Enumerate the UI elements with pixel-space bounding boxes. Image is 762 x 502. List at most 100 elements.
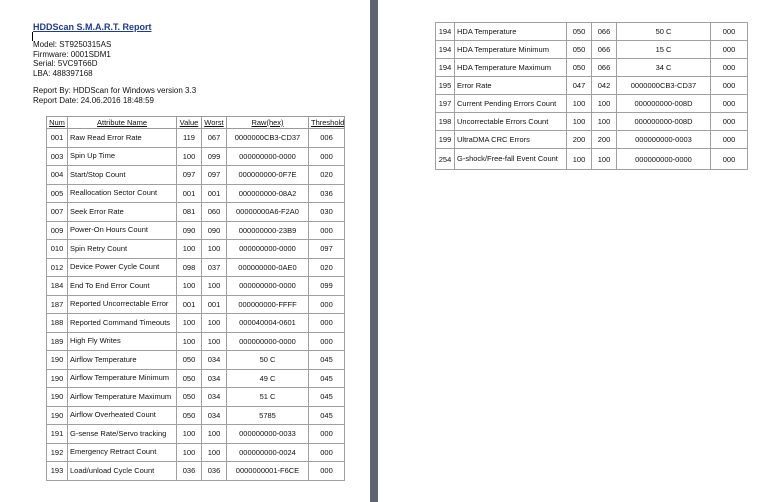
cell-threshold: 000 [710, 22, 748, 41]
cell-value: 090 [176, 220, 202, 240]
cell-num: 192 [46, 442, 68, 462]
cell-worst: 067 [201, 128, 227, 148]
cell-raw-hex: 000000000-0AE0 [226, 257, 309, 277]
cell-threshold: 045 [308, 387, 345, 407]
cell-attribute-name: Seek Error Rate [67, 202, 177, 222]
cell-value: 001 [176, 183, 202, 203]
cell-threshold: 045 [308, 405, 345, 425]
cell-num: 012 [46, 257, 68, 277]
table-row: 197 Current Pending Errors Count 100 100 000… [435, 94, 748, 113]
cell-threshold: 099 [308, 276, 345, 296]
cell-attribute-name: G-shock/Free-fall Event Count [454, 148, 567, 170]
cell-raw-hex: 000000000-0000 [226, 146, 309, 166]
table-row: 003 Spin Up Time 100 099 000000000-0000 000 [46, 146, 345, 166]
cell-raw-hex: 00000000A6-F2A0 [226, 202, 309, 222]
cell-value: 100 [176, 146, 202, 166]
cell-raw-hex: 50 C [616, 22, 711, 41]
cell-num: 184 [46, 276, 68, 296]
header-value: Value [176, 116, 202, 129]
table-row: 007 Seek Error Rate 081 060 00000000A6-F2A0 0… [46, 202, 345, 222]
cell-worst: 100 [591, 94, 617, 113]
cell-attribute-name: Device Power Cycle Count [67, 257, 177, 277]
table-row: 010 Spin Retry Count 100 100 000000000-0000 0… [46, 239, 345, 259]
smart-table-left: Num Attribute Name Value Worst Raw(hex) … [46, 116, 345, 481]
cell-raw-hex: 000000000-0F7E [226, 165, 309, 185]
cell-value: 100 [176, 442, 202, 462]
cell-worst: 042 [591, 76, 617, 95]
cell-attribute-name: Reported Uncorrectable Error [67, 294, 177, 314]
cell-threshold: 020 [308, 165, 345, 185]
cell-worst: 034 [201, 387, 227, 407]
cell-threshold: 000 [308, 424, 345, 444]
cell-worst: 001 [201, 183, 227, 203]
cell-attribute-name: HDA Temperature Maximum [454, 58, 567, 77]
cell-worst: 037 [201, 257, 227, 277]
cell-num: 190 [46, 387, 68, 407]
table-row: 190 Airflow Overheated Count 050 034 5785 045 [46, 405, 345, 425]
cell-worst: 100 [201, 331, 227, 351]
cell-value: 050 [176, 405, 202, 425]
table-row: 005 Reallocation Sector Count 001 001 000000… [46, 183, 345, 203]
cell-worst: 100 [591, 148, 617, 170]
cell-raw-hex: 000000000-0003 [616, 130, 711, 149]
cell-attribute-name: Reallocation Sector Count [67, 183, 177, 203]
cell-num: 190 [46, 350, 68, 370]
cell-worst: 100 [201, 239, 227, 259]
table-row: 004 Start/Stop Count 097 097 000000000-0F7E 0… [46, 165, 345, 185]
cell-worst: 036 [201, 461, 227, 481]
table-row: 009 Power-On Hours Count 090 090 000000000-2… [46, 220, 345, 240]
cell-threshold: 000 [710, 58, 748, 77]
cell-num: 187 [46, 294, 68, 314]
cell-attribute-name: Power-On Hours Count [67, 220, 177, 240]
cell-value: 050 [566, 22, 592, 41]
cell-value: 047 [566, 76, 592, 95]
header-num: Num [46, 116, 68, 129]
cell-value: 100 [566, 148, 592, 170]
cell-raw-hex: 000000000-FFFF [226, 294, 309, 314]
report-title: HDDScan S.M.A.R.T. Report [33, 22, 152, 32]
cell-threshold: 000 [710, 130, 748, 149]
cell-value: 100 [176, 276, 202, 296]
cell-worst: 090 [201, 220, 227, 240]
cell-num: 195 [435, 76, 455, 95]
cell-attribute-name: Start/Stop Count [67, 165, 177, 185]
table-row: 184 End To End Error Count 100 100 000000000… [46, 276, 345, 296]
cell-raw-hex: 0000000CB3-CD37 [226, 128, 309, 148]
cell-worst: 034 [201, 350, 227, 370]
cell-attribute-name: HDA Temperature Minimum [454, 40, 567, 59]
cell-worst: 034 [201, 405, 227, 425]
cell-threshold: 030 [308, 202, 345, 222]
cell-attribute-name: HDA Temperature [454, 22, 567, 41]
cell-value: 100 [176, 331, 202, 351]
header-raw-hex: Raw(hex) [226, 116, 309, 129]
cell-raw-hex: 000000000-008D [616, 112, 711, 131]
cell-attribute-name: Airflow Temperature Minimum [67, 368, 177, 388]
drive-info: Model: ST9250315AS Firmware: 0001SDM1 Se… [33, 40, 111, 78]
cell-threshold: 000 [710, 76, 748, 95]
cell-num: 190 [46, 405, 68, 425]
report-date-line: Report Date: 24.06.2016 18:48:59 [33, 95, 154, 105]
cell-raw-hex: 000000000-0000 [226, 276, 309, 296]
table-row: 193 Load/unload Cycle Count 036 036 00000000… [46, 461, 345, 481]
table-row: 194 HDA Temperature Maximum 050 066 34 C 000 [435, 58, 748, 77]
cell-attribute-name: Airflow Overheated Count [67, 405, 177, 425]
cell-value: 100 [176, 239, 202, 259]
table-row: 188 Reported Command Timeouts 100 100 000040… [46, 313, 345, 333]
cell-value: 001 [176, 294, 202, 314]
table-header-row: Num Attribute Name Value Worst Raw(hex) … [46, 116, 345, 129]
firmware-line: Firmware: 0001SDM1 [33, 49, 111, 59]
cell-attribute-name: Spin Up Time [67, 146, 177, 166]
cell-num: 004 [46, 165, 68, 185]
serial-line: Serial: 5VC9T66D [33, 59, 98, 69]
cell-value: 100 [566, 112, 592, 131]
cell-threshold: 097 [308, 239, 345, 259]
cell-worst: 200 [591, 130, 617, 149]
cell-raw-hex: 000000000-08A2 [226, 183, 309, 203]
cell-worst: 099 [201, 146, 227, 166]
cell-num: 191 [46, 424, 68, 444]
cell-num: 194 [435, 58, 455, 77]
cell-raw-hex: 000000000-0000 [616, 148, 711, 170]
cell-value: 050 [176, 350, 202, 370]
cell-value: 119 [176, 128, 202, 148]
cell-raw-hex: 000000000-0000 [226, 331, 309, 351]
